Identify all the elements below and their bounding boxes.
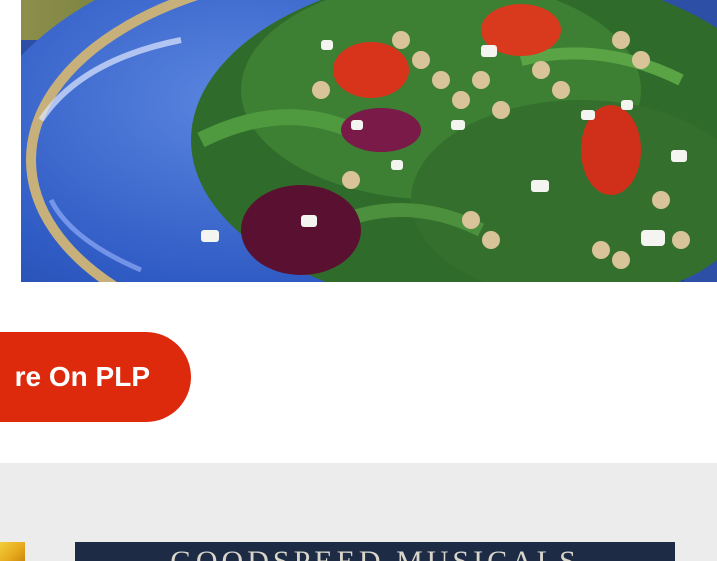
learn-more-button-label: re On PLP [14, 361, 150, 392]
ad-banner-text: GOODSPEED MUSICALS [75, 547, 675, 561]
learn-more-button[interactable]: re On PLP [0, 332, 191, 422]
page: re On PLP GOODSPEED MUSICALS [0, 0, 717, 561]
goodspeed-musicals-ad-banner[interactable]: GOODSPEED MUSICALS [75, 542, 675, 561]
salad-photo [21, 0, 717, 282]
side-ad-thumbnail[interactable] [0, 542, 25, 561]
